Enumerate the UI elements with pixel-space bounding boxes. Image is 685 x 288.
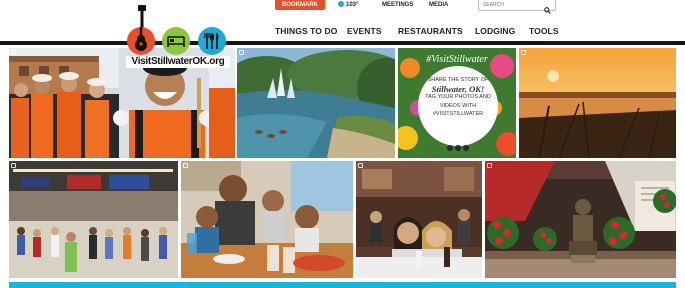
promo-hashtag: #VisitStillwater <box>426 54 488 65</box>
instagram-icon <box>358 163 363 168</box>
nav-lodging[interactable]: LODGING <box>475 26 515 36</box>
photo-tile-family-dinner[interactable] <box>181 161 353 278</box>
arena-crowd-photo <box>9 161 178 278</box>
meetings-link[interactable]: MEETINGS <box>382 1 413 9</box>
weather-icon <box>338 1 344 8</box>
instagram-icon <box>183 163 188 168</box>
site-logo[interactable]: VisitStillwaterOK.org <box>126 5 230 71</box>
nav-divider <box>0 41 685 45</box>
logo-text: VisitStillwaterOK.org <box>126 56 230 68</box>
instagram-icon <box>239 50 244 55</box>
photo-tile-pond-fountain[interactable] <box>237 48 395 158</box>
bookmark-button[interactable]: BOOKMARK <box>275 0 325 10</box>
promo-line: #VISITSTILLWATER <box>432 111 484 117</box>
instagram-icon <box>11 163 16 168</box>
promo-line: TAG YOUR PHOTOS AND <box>425 94 491 100</box>
search-box[interactable] <box>478 0 556 14</box>
photo-tile-sunset-lake[interactable] <box>519 48 676 158</box>
instagram-icon <box>487 163 492 168</box>
friends-dining-photo <box>356 161 482 278</box>
instagram-icon <box>11 50 16 55</box>
promo-line: Stillwater, OK! <box>431 83 485 94</box>
media-link[interactable]: MEDIA <box>429 1 448 9</box>
promo-tile-visitstillwater[interactable]: #VisitStillwater SHARE THE STORY OF Stil… <box>398 48 516 158</box>
instagram-icon <box>521 50 526 55</box>
footer-bar <box>9 282 676 288</box>
photo-tile-museum-statue[interactable] <box>485 161 676 278</box>
nav-events[interactable]: EVENTS <box>347 26 382 36</box>
search-input[interactable] <box>483 1 539 9</box>
family-dinner-photo <box>181 161 353 278</box>
nav-tools[interactable]: TOOLS <box>529 26 559 36</box>
pond-fountain-photo <box>237 48 395 158</box>
food-icon <box>198 27 226 55</box>
nav-things-to-do[interactable]: THINGS TO DO <box>275 26 337 36</box>
page: BOOKMARK 103° MEETINGS MEDIA THINGS TO D… <box>0 0 685 288</box>
museum-statue-photo <box>485 161 676 278</box>
bed-icon <box>162 27 190 55</box>
promo-line: VIDEOS WITH <box>439 102 477 109</box>
photo-tile-friends-dining[interactable] <box>356 161 482 278</box>
sunset-lake-photo <box>519 48 676 158</box>
nav-restaurants[interactable]: RESTAURANTS <box>398 26 463 36</box>
utility-bar: BOOKMARK 103° MEETINGS MEDIA <box>0 0 685 14</box>
promo-text: SHARE THE STORY OF Stillwater, OK! TAG Y… <box>420 76 496 119</box>
weather-widget[interactable]: 103° <box>338 1 358 9</box>
guitar-icon <box>127 27 155 55</box>
weather-temperature: 103° <box>346 2 359 8</box>
photo-tile-arena-crowd[interactable] <box>9 161 178 278</box>
search-icon[interactable] <box>544 1 551 19</box>
